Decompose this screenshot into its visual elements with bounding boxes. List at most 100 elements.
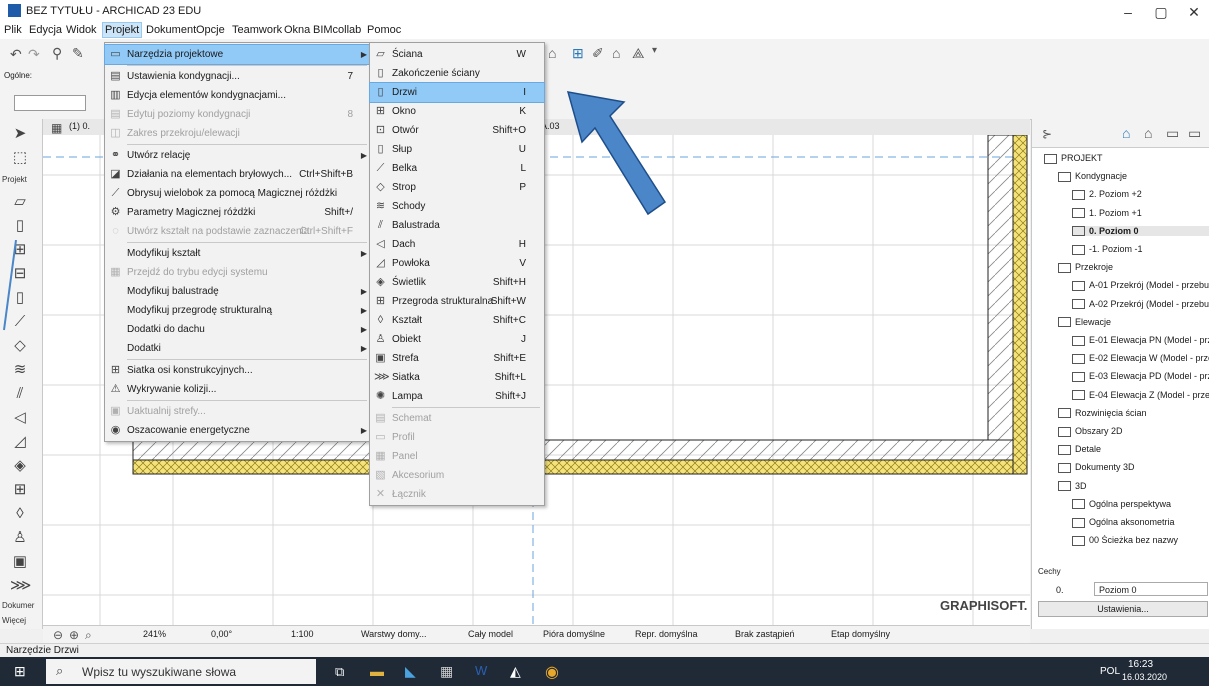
menu-item-okno[interactable]: ⊞ Okno K [370, 102, 544, 121]
selection-settings-button[interactable] [14, 95, 86, 111]
dropdown-arrow-icon[interactable]: ▾ [652, 45, 657, 56]
navigator-item[interactable]: E-04 Elewacja Z (Model - przebi [1072, 390, 1209, 401]
navigator-item[interactable]: 2. Poziom +2 [1072, 189, 1209, 201]
zoom-value[interactable]: 241% [143, 629, 166, 639]
close-button[interactable]: ✕ [1179, 2, 1209, 22]
menu-item-dodatki-do-dachu[interactable]: Dodatki do dachu ▶ [105, 320, 371, 339]
morph-tool-icon[interactable]: ◊ [10, 505, 30, 523]
stair-tool-icon[interactable]: ≋ [10, 361, 30, 379]
zone-tool-icon[interactable]: ▣ [10, 553, 30, 571]
taskbar-search-box[interactable]: ⌕ Wpisz tu wyszukiwane słowa [46, 659, 316, 684]
door-tool-icon[interactable]: ▯ [10, 217, 30, 235]
windows-start-icon[interactable]: ⊞ [14, 663, 26, 680]
menu-item-balustrada[interactable]: ⫽ Balustrada [370, 216, 544, 235]
menu-item-otwór[interactable]: ⊡ Otwór Shift+O [370, 121, 544, 140]
edit-icon[interactable]: ✐ [592, 45, 604, 62]
navigator-item[interactable]: E-03 Elewacja PD (Model - prze [1072, 371, 1209, 383]
layout-book-icon[interactable]: ▭ [1166, 125, 1179, 142]
representation-dropdown[interactable]: Repr. domyślna [635, 629, 698, 639]
ustawienia-button[interactable]: Ustawienia... [1038, 601, 1208, 617]
navigator-item[interactable]: Dokumenty 3D [1058, 462, 1209, 474]
zoom-out-icon[interactable]: ⊖ [53, 628, 63, 642]
mesh-tool-icon[interactable]: ⋙ [10, 577, 31, 595]
navigator-item[interactable]: A-02 Przekrój (Model - przebud [1072, 299, 1209, 310]
navigator-item[interactable]: Przekroje [1058, 262, 1209, 273]
navigator-item[interactable]: Obszary 2D [1058, 426, 1209, 437]
navigator-item[interactable]: Ogólna aksonometria [1072, 517, 1209, 528]
model-view-dropdown[interactable]: Cały model [468, 629, 513, 639]
redo-icon[interactable]: ↷ [28, 46, 40, 63]
publisher-icon[interactable]: ▭ [1188, 125, 1201, 142]
calculator-icon[interactable]: ▦ [440, 663, 453, 680]
navigator-item[interactable]: Ogólna perspektywa [1072, 499, 1209, 510]
menu-item-działania-na-elementach-bryłowych[interactable]: ◪ Działania na elementach bryłowych... Ctr… [105, 165, 371, 184]
navigator-item[interactable]: 0. Poziom 0 [1072, 225, 1209, 237]
menu-item-kształt[interactable]: ◊ Kształt Shift+C [370, 311, 544, 330]
object-tool-icon[interactable]: ♙ [10, 529, 30, 547]
menu-pomoc[interactable]: Pomoc [367, 24, 401, 36]
menu-item-powłoka[interactable]: ◿ Powłoka V [370, 254, 544, 273]
menu-item-wykrywanie-kolizji[interactable]: ⚠ Wykrywanie kolizji... [105, 380, 371, 399]
menu-okna[interactable]: Okna [284, 24, 310, 36]
home-view-icon[interactable]: ⌂ [548, 45, 556, 61]
app-icon[interactable]: ◣ [405, 663, 416, 680]
menu-item-modyfikuj-przegrodę-strukturalną[interactable]: Modyfikuj przegrodę strukturalną ▶ [105, 301, 371, 320]
menu-item-świetlik[interactable]: ◈ Świetlik Shift+H [370, 273, 544, 292]
undo-icon[interactable]: ↶ [10, 46, 22, 63]
curtain-wall-tool-icon[interactable]: ⊞ [10, 481, 30, 499]
navigator-item[interactable]: E-02 Elewacja W (Model - przeb [1072, 353, 1209, 364]
menu-item-słup[interactable]: ▯ Słup U [370, 140, 544, 159]
navigator-item[interactable]: -1. Poziom -1 [1072, 244, 1209, 255]
menu-item-siatka-osi-konstrukcyjnych[interactable]: ⊞ Siatka osi konstrukcyjnych... [105, 361, 371, 380]
menu-opcje[interactable]: Opcje [196, 24, 225, 36]
menu-item-siatka[interactable]: ⋙ Siatka Shift+L [370, 368, 544, 387]
navigator-item[interactable]: Kondygnacje [1058, 171, 1209, 182]
archicad-taskbar-icon[interactable]: ◭ [510, 663, 521, 680]
navigator-item[interactable]: Rozwinięcia ścian [1058, 408, 1209, 419]
menu-item-oszacowanie-energetyczne[interactable]: ◉ Oszacowanie energetyczne ▶ [105, 421, 371, 440]
menu-item-ustawienia-kondygnacji[interactable]: ▤ Ustawienia kondygnacji... 7 [105, 67, 371, 86]
phase-dropdown[interactable]: Etap domyślny [831, 629, 890, 639]
menu-edycja[interactable]: Edycja [29, 24, 62, 36]
menu-item-dach[interactable]: ◁ Dach H [370, 235, 544, 254]
menu-item-drzwi[interactable]: ▯ Drzwi I [369, 82, 545, 103]
toolbox-section-wiecej[interactable]: Więcej [2, 616, 26, 625]
project-map-icon[interactable]: ⌂ [1122, 125, 1130, 141]
layers-dropdown[interactable]: Warstwy domy... [361, 629, 427, 639]
menu-item-dodatki[interactable]: Dodatki ▶ [105, 339, 371, 358]
menu-item-belka[interactable]: ⟋ Belka L [370, 159, 544, 178]
navigator-item[interactable]: A-01 Przekrój (Model - przebud [1072, 280, 1209, 292]
menu-item-narzędzia-projektowe[interactable]: ▭ Narzędzia projektowe ▶ [104, 44, 372, 65]
angle-value[interactable]: 0,00° [211, 629, 232, 639]
menu-item-przegroda-strukturalna[interactable]: ⊞ Przegroda strukturalna Shift+W [370, 292, 544, 311]
menu-item-parametry-magicznej-różdżki[interactable]: ⚙ Parametry Magicznej różdżki Shift+/ [105, 203, 371, 222]
menu-item-obrysuj-wielobok-za-pomocą-magicznej-różdżki[interactable]: ⟋ Obrysuj wielobok za pomocą Magicznej ró… [105, 184, 371, 203]
menu-dokument[interactable]: Dokument [146, 24, 196, 36]
maximize-button[interactable]: ▢ [1146, 2, 1176, 22]
toolbox-section-dokumentacja[interactable]: Dokumer [2, 601, 34, 610]
arrow-tool-icon[interactable]: ➤ [10, 125, 30, 143]
navigator-item[interactable]: PROJEKT [1044, 153, 1209, 164]
clock-date[interactable]: 16.03.2020 [1122, 672, 1167, 682]
menu-item-edycja-elementów-kondygnacjami[interactable]: ▥ Edycja elementów kondygnacjami... [105, 86, 371, 105]
override-dropdown[interactable]: Brak zastąpień [735, 629, 795, 639]
shell-tool-icon[interactable]: ◿ [10, 433, 30, 451]
scale-value[interactable]: 1:100 [291, 629, 314, 639]
view-map-icon[interactable]: ⌂ [1144, 125, 1152, 141]
navigator-item[interactable]: 00 Ścieżka bez nazwy [1072, 535, 1209, 546]
menu-item-strefa[interactable]: ▣ Strefa Shift+E [370, 349, 544, 368]
clock-time[interactable]: 16:23 [1128, 659, 1153, 670]
file-explorer-icon[interactable]: ▬ [370, 663, 384, 679]
wall-tool-icon[interactable]: ▱ [10, 193, 30, 211]
grid-snap-icon[interactable]: ⊞ [572, 45, 584, 62]
chrome-icon[interactable]: ◉ [545, 662, 559, 682]
navigator-item[interactable]: 1. Poziom +1 [1072, 208, 1209, 219]
tab-grid-icon[interactable]: ▦ [51, 121, 62, 135]
navigator-item[interactable]: E-01 Elewacja PN (Model - prze [1072, 335, 1209, 346]
word-icon[interactable]: W [475, 663, 487, 678]
cechy-name-field[interactable]: Poziom 0 [1094, 582, 1208, 596]
menu-item-modyfikuj-kształt[interactable]: Modyfikuj kształt ▶ [105, 244, 371, 263]
railing-tool-icon[interactable]: ⫽ [10, 385, 30, 403]
roof-tool-icon[interactable]: ◁ [10, 409, 30, 427]
pens-dropdown[interactable]: Pióra domyślne [543, 629, 605, 639]
